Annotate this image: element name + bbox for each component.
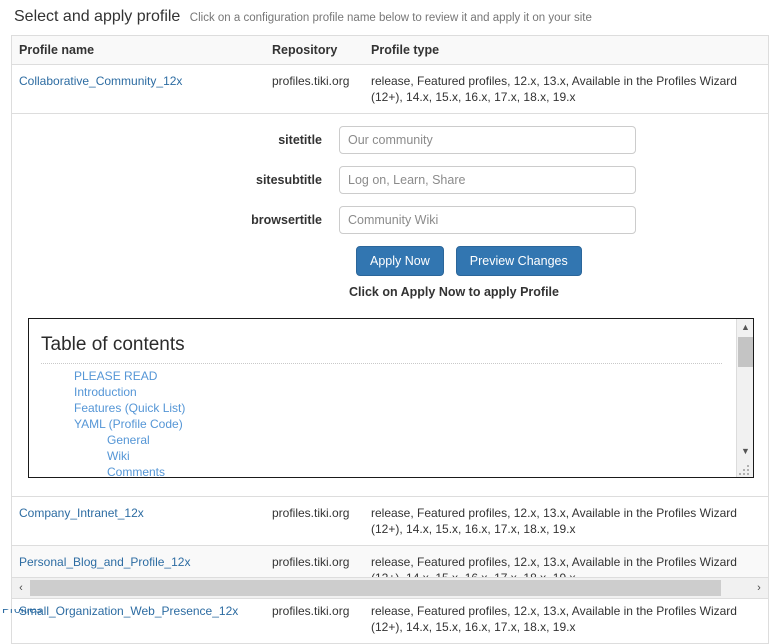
profile-link-collaborative-community[interactable]: Collaborative_Community_12x	[19, 74, 182, 88]
table-row[interactable]: Company_Intranet_12x profiles.tiki.org r…	[12, 497, 768, 546]
table-header: Profile name Repository Profile type	[12, 36, 768, 65]
label-sitesubtitle: sitesubtitle	[12, 172, 339, 188]
toc-link-yaml-profile-code[interactable]: YAML (Profile Code)	[74, 417, 183, 431]
form-row-browsertitle: browsertitle	[12, 206, 768, 234]
cell-repository: profiles.tiki.org	[272, 497, 371, 546]
cell-profile-type: release, Featured profiles, 12.x, 13.x, …	[371, 497, 768, 546]
cell-repository: profiles.tiki.org	[272, 595, 371, 644]
toc-item[interactable]: Features (Quick List)	[41, 400, 722, 416]
table-horizontal-scrollbar[interactable]: ‹ ›	[11, 577, 769, 599]
toc-content: Table of contents PLEASE READ Introducti…	[29, 319, 736, 477]
resize-grip-icon[interactable]	[739, 463, 752, 476]
cell-profile-name: Small_Organization_Web_Presence_12x	[12, 595, 272, 644]
cell-profile-name: Company_Intranet_12x	[12, 497, 272, 546]
apply-instruction-text: Click on Apply Now to apply Profile	[349, 284, 768, 300]
form-row-sitetitle: sitetitle	[12, 126, 768, 154]
toc-title: Table of contents	[41, 333, 722, 357]
scroll-left-icon[interactable]: ‹	[12, 578, 30, 598]
profile-detail-row: sitetitle sitesubtitle browsertitle	[12, 114, 768, 497]
cell-profile-type: release, Featured profiles, 12.x, 13.x, …	[371, 595, 768, 644]
toc-item[interactable]: Wiki	[41, 448, 722, 464]
footer-clipped-area: Profiles	[0, 609, 784, 616]
scroll-right-icon[interactable]: ›	[750, 578, 768, 598]
apply-now-button[interactable]: Apply Now	[356, 246, 444, 276]
toc-link-features-quick-list[interactable]: Features (Quick List)	[74, 401, 185, 415]
toc-item[interactable]: Comments	[41, 464, 722, 477]
preview-changes-button[interactable]: Preview Changes	[456, 246, 582, 276]
profile-link-personal-blog-and-profile[interactable]: Personal_Blog_and_Profile_12x	[19, 555, 190, 569]
table-header-row: Profile name Repository Profile type	[12, 36, 768, 65]
profiles-table: Profile name Repository Profile type Col…	[12, 36, 768, 644]
form-row-sitesubtitle: sitesubtitle	[12, 166, 768, 194]
toc-link-general[interactable]: General	[107, 433, 150, 447]
label-browsertitle: browsertitle	[12, 212, 339, 228]
sitetitle-input[interactable]	[339, 126, 636, 154]
toc-item[interactable]: Introduction	[41, 384, 722, 400]
cell-profile-name: Collaborative_Community_12x	[12, 65, 272, 114]
page-title: Select and apply profile	[14, 8, 180, 25]
cell-repository: profiles.tiki.org	[272, 65, 371, 114]
column-header-profile-type: Profile type	[371, 36, 768, 65]
preview-vertical-scrollbar[interactable]: ▲ ▼	[736, 319, 753, 477]
profile-preview-panel: Table of contents PLEASE READ Introducti…	[28, 318, 754, 478]
browsertitle-input[interactable]	[339, 206, 636, 234]
scroll-down-icon[interactable]: ▼	[737, 443, 754, 460]
sitesubtitle-input[interactable]	[339, 166, 636, 194]
profile-link-company-intranet[interactable]: Company_Intranet_12x	[19, 506, 144, 520]
column-header-repository: Repository	[272, 36, 371, 65]
table-body: Collaborative_Community_12x profiles.tik…	[12, 65, 768, 644]
page-header: Select and apply profile Click on a conf…	[0, 0, 784, 26]
table-row[interactable]: Collaborative_Community_12x profiles.tik…	[12, 65, 768, 114]
column-header-profile-name: Profile name	[12, 36, 272, 65]
table-row[interactable]: Small_Organization_Web_Presence_12x prof…	[12, 595, 768, 644]
scroll-up-icon[interactable]: ▲	[737, 319, 754, 336]
toc-item[interactable]: YAML (Profile Code)	[41, 416, 722, 432]
footer-link[interactable]: Profiles	[2, 609, 784, 616]
toc-link-wiki[interactable]: Wiki	[107, 449, 130, 463]
cell-profile-type: release, Featured profiles, 12.x, 13.x, …	[371, 65, 768, 114]
label-sitetitle: sitetitle	[12, 132, 339, 148]
toc-link-comments[interactable]: Comments	[107, 465, 165, 477]
toc-item[interactable]: PLEASE READ	[41, 368, 722, 384]
profile-form: sitetitle sitesubtitle browsertitle	[12, 114, 768, 496]
profiles-table-container: Profile name Repository Profile type Col…	[11, 35, 769, 644]
horizontal-scrollbar-track[interactable]	[30, 580, 750, 596]
vertical-scrollbar-thumb[interactable]	[738, 337, 753, 367]
toc-item[interactable]: General	[41, 432, 722, 448]
toc-divider	[41, 363, 722, 364]
form-button-row: Apply Now Preview Changes	[356, 246, 768, 276]
toc-link-please-read[interactable]: PLEASE READ	[74, 369, 157, 383]
horizontal-scrollbar-thumb[interactable]	[30, 580, 721, 596]
toc-link-introduction[interactable]: Introduction	[74, 385, 137, 399]
page-subtitle: Click on a configuration profile name be…	[190, 12, 592, 24]
profile-detail-cell: sitetitle sitesubtitle browsertitle	[12, 114, 768, 497]
toc-list: PLEASE READ Introduction Features (Quick…	[41, 368, 722, 477]
